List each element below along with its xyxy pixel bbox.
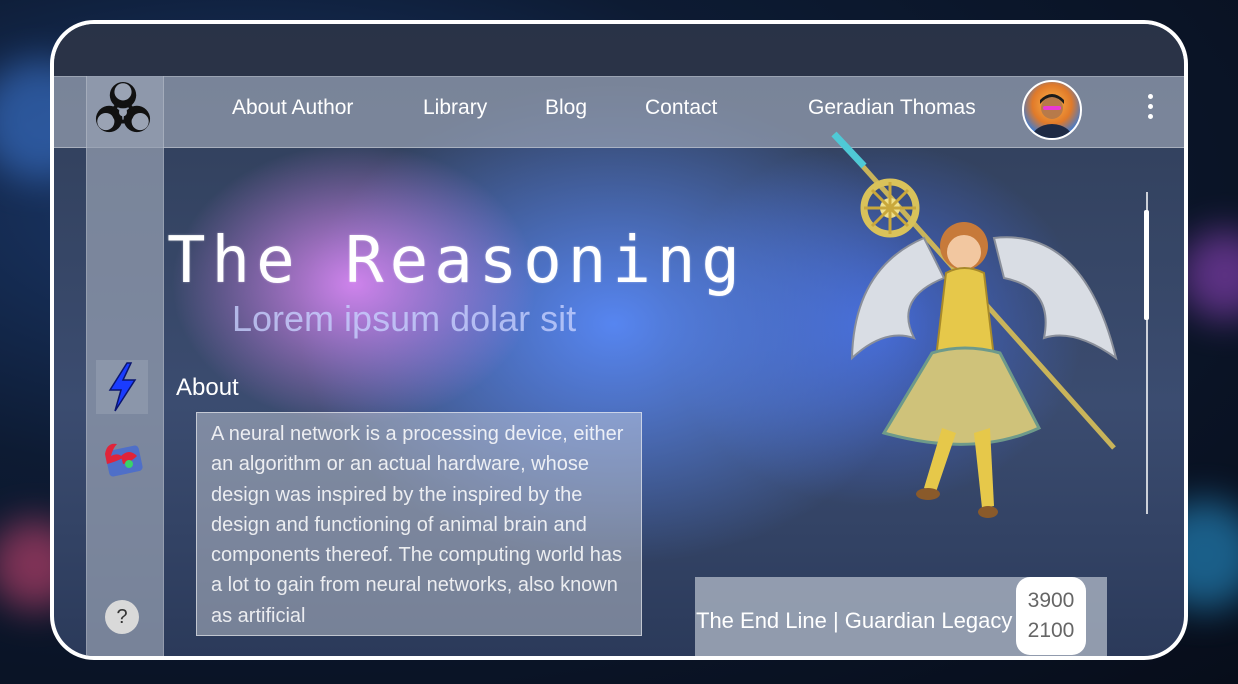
nav-library[interactable]: Library [423,96,487,120]
more-options-icon[interactable] [1144,94,1156,124]
nav-about-author[interactable]: About Author [232,96,353,120]
stat-value: 2100 [1027,619,1075,642]
about-text-box[interactable]: A neural network is a processing device,… [196,412,642,636]
stat-value: 3900 [1027,589,1075,612]
lightning-icon[interactable] [96,360,148,414]
nav-blog[interactable]: Blog [545,96,587,120]
background-bokeh [1180,230,1238,320]
angel-character-image [831,131,1118,518]
nav-contact[interactable]: Contact [645,96,717,120]
biohazard-icon[interactable] [88,78,158,144]
scrollbar-thumb[interactable] [1144,210,1149,320]
user-name[interactable]: Geradian Thomas [808,96,976,120]
app-window: About Author Library Blog Contact Geradi… [50,20,1188,660]
about-heading: About [176,374,239,401]
top-band [54,24,1184,76]
about-text: A neural network is a processing device,… [211,423,624,627]
app-logo-icon[interactable] [96,430,148,484]
help-icon[interactable]: ? [105,600,139,634]
page-subtitle: Lorem ipsum dolar sit [232,298,577,339]
book-card-title[interactable]: The End Line | Guardian Legacy [696,608,1012,634]
book-card-stats: 3900 2100 [1016,577,1086,655]
page-title: The Reasoning [167,224,746,298]
